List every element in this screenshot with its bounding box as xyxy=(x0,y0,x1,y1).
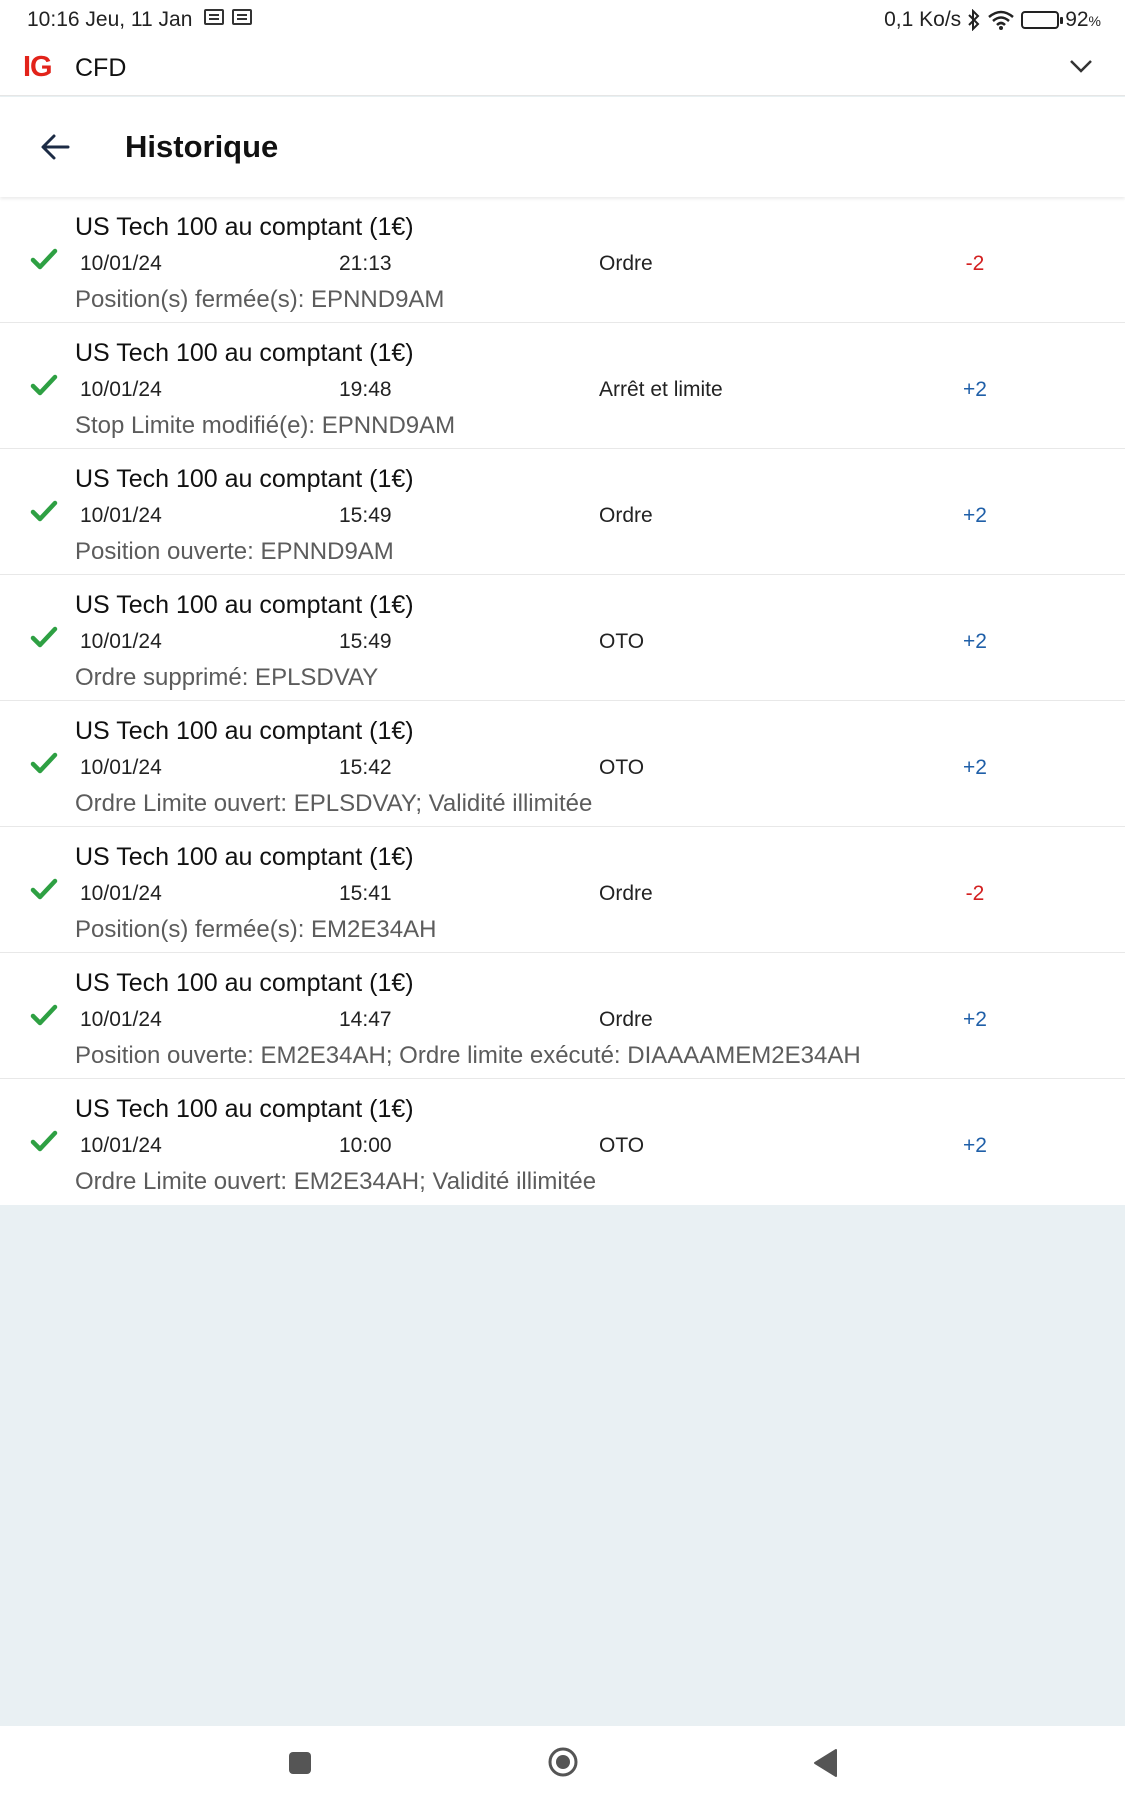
order-type: OTO xyxy=(599,1134,645,1157)
page-title: Historique xyxy=(125,129,279,164)
notification-icons xyxy=(204,9,252,25)
order-time: 14:47 xyxy=(339,1008,392,1031)
app-bar: IG CFD xyxy=(0,40,1125,96)
order-description: Ordre Limite ouvert: EPLSDVAY; Validité … xyxy=(75,790,593,817)
history-row[interactable]: US Tech 100 au comptant (1€) 10/01/24 15… xyxy=(0,449,1125,575)
page-header: Historique xyxy=(0,97,1125,197)
battery-percent: 92% xyxy=(1065,8,1101,31)
order-time: 10:00 xyxy=(339,1134,392,1157)
order-date: 10/01/24 xyxy=(80,252,162,275)
check-icon xyxy=(30,247,58,271)
history-row[interactable]: US Tech 100 au comptant (1€) 10/01/24 19… xyxy=(0,323,1125,449)
bluetooth-icon xyxy=(967,9,981,31)
instrument-name: US Tech 100 au comptant (1€) xyxy=(75,1095,414,1123)
history-row[interactable]: US Tech 100 au comptant (1€) 10/01/24 15… xyxy=(0,827,1125,953)
order-type: Ordre xyxy=(599,1008,653,1031)
order-type: OTO xyxy=(599,630,645,653)
chevron-down-icon[interactable] xyxy=(1069,58,1093,79)
order-date: 10/01/24 xyxy=(80,1134,162,1157)
order-type: OTO xyxy=(599,756,645,779)
order-description: Position(s) fermée(s): EPNND9AM xyxy=(75,286,445,313)
order-time: 21:13 xyxy=(339,252,392,275)
order-description: Position(s) fermée(s): EM2E34AH xyxy=(75,916,437,943)
check-icon xyxy=(30,751,58,775)
order-quantity: -2 xyxy=(965,252,985,275)
message-notification-icon xyxy=(232,9,252,25)
check-icon xyxy=(30,373,58,397)
instrument-name: US Tech 100 au comptant (1€) xyxy=(75,213,414,241)
order-quantity: +2 xyxy=(963,1134,987,1157)
history-list: US Tech 100 au comptant (1€) 10/01/24 21… xyxy=(0,197,1125,1205)
order-date: 10/01/24 xyxy=(80,1008,162,1031)
instrument-name: US Tech 100 au comptant (1€) xyxy=(75,717,414,745)
status-bar: 10:16 Jeu, 11 Jan 0,1 Ko/s 92% xyxy=(0,0,1125,40)
order-description: Position ouverte: EM2E34AH; Ordre limite… xyxy=(75,1042,861,1069)
check-icon xyxy=(30,877,58,901)
instrument-name: US Tech 100 au comptant (1€) xyxy=(75,843,414,871)
account-type-label[interactable]: CFD xyxy=(75,54,126,83)
ig-logo: IG xyxy=(23,51,53,83)
navigation-bar xyxy=(0,1726,1125,1800)
history-row[interactable]: US Tech 100 au comptant (1€) 10/01/24 15… xyxy=(0,701,1125,827)
battery-icon xyxy=(1021,11,1064,29)
order-quantity: +2 xyxy=(963,378,987,401)
order-type: Ordre xyxy=(599,882,653,905)
order-quantity: +2 xyxy=(963,1008,987,1031)
recent-apps-icon[interactable] xyxy=(289,1752,311,1774)
order-quantity: +2 xyxy=(963,756,987,779)
check-icon xyxy=(30,625,58,649)
order-quantity: -2 xyxy=(965,882,985,905)
status-time: 10:16 Jeu, 11 Jan xyxy=(27,8,193,31)
wifi-icon xyxy=(987,9,1015,31)
order-type: Ordre xyxy=(599,504,653,527)
history-row[interactable]: US Tech 100 au comptant (1€) 10/01/24 14… xyxy=(0,953,1125,1079)
check-icon xyxy=(30,1129,58,1153)
history-row[interactable]: US Tech 100 au comptant (1€) 10/01/24 21… xyxy=(0,197,1125,323)
order-quantity: +2 xyxy=(963,630,987,653)
check-icon xyxy=(30,499,58,523)
order-quantity: +2 xyxy=(963,504,987,527)
instrument-name: US Tech 100 au comptant (1€) xyxy=(75,591,414,619)
status-right: 0,1 Ko/s 92% xyxy=(884,8,1101,32)
order-time: 19:48 xyxy=(339,378,392,401)
instrument-name: US Tech 100 au comptant (1€) xyxy=(75,969,414,997)
order-description: Ordre supprimé: EPLSDVAY xyxy=(75,664,379,691)
order-time: 15:49 xyxy=(339,630,392,653)
order-description: Stop Limite modifié(e): EPNND9AM xyxy=(75,412,456,439)
home-icon[interactable] xyxy=(547,1746,579,1778)
order-description: Ordre Limite ouvert: EM2E34AH; Validité … xyxy=(75,1168,597,1195)
back-arrow-icon[interactable] xyxy=(38,131,74,163)
order-type: Arrêt et limite xyxy=(599,378,723,401)
nav-back-icon[interactable] xyxy=(812,1748,838,1778)
network-speed: 0,1 Ko/s xyxy=(884,8,962,31)
message-notification-icon xyxy=(204,9,224,25)
instrument-name: US Tech 100 au comptant (1€) xyxy=(75,465,414,493)
history-row[interactable]: US Tech 100 au comptant (1€) 10/01/24 10… xyxy=(0,1079,1125,1205)
order-description: Position ouverte: EPNND9AM xyxy=(75,538,394,565)
order-time: 15:49 xyxy=(339,504,392,527)
check-icon xyxy=(30,1003,58,1027)
order-time: 15:41 xyxy=(339,882,392,905)
order-date: 10/01/24 xyxy=(80,882,162,905)
order-date: 10/01/24 xyxy=(80,378,162,401)
order-date: 10/01/24 xyxy=(80,630,162,653)
order-date: 10/01/24 xyxy=(80,756,162,779)
order-time: 15:42 xyxy=(339,756,392,779)
history-row[interactable]: US Tech 100 au comptant (1€) 10/01/24 15… xyxy=(0,575,1125,701)
order-type: Ordre xyxy=(599,252,653,275)
instrument-name: US Tech 100 au comptant (1€) xyxy=(75,339,414,367)
order-date: 10/01/24 xyxy=(80,504,162,527)
